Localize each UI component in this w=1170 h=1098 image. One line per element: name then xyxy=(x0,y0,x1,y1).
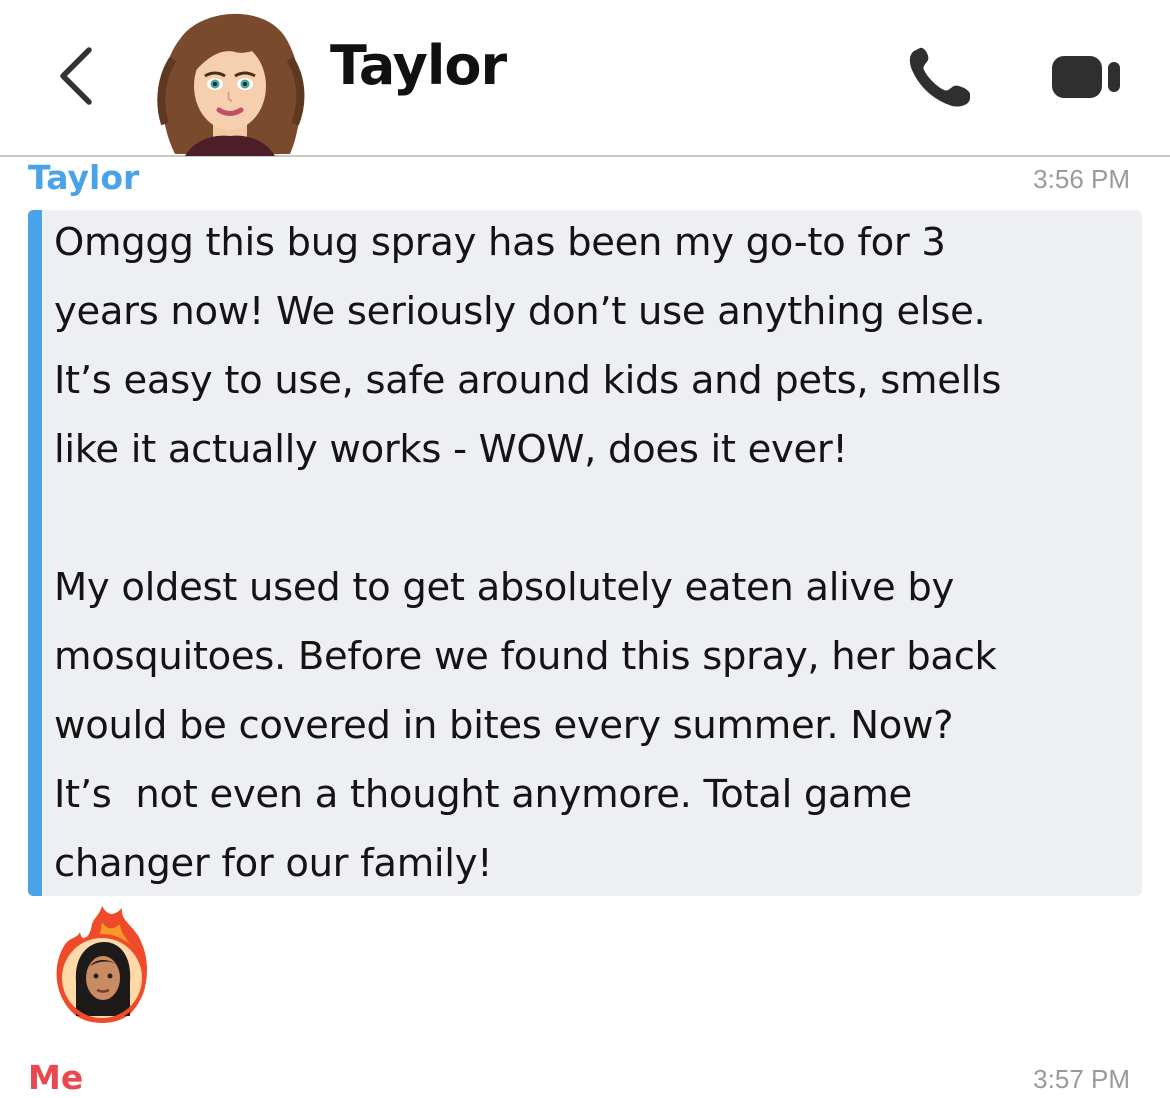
message-timestamp: 3:56 PM xyxy=(1033,164,1130,194)
video-camera-icon xyxy=(1052,56,1120,98)
fire-avatar-icon xyxy=(56,906,147,1023)
sender-color-bar xyxy=(28,210,42,896)
reaction-avatar[interactable] xyxy=(50,904,154,1024)
chevron-left-icon xyxy=(60,47,92,105)
voice-call-button[interactable] xyxy=(906,44,976,108)
chat-title: Taylor xyxy=(330,34,507,97)
message-meta: Taylor 3:56 PM xyxy=(0,158,1170,202)
sender-name: Me xyxy=(28,1058,84,1097)
message-bubble[interactable]: Omggg this bug spray has been my go-to f… xyxy=(28,210,1142,896)
message-meta: Me 3:57 PM xyxy=(0,1058,1170,1098)
chat-header: Taylor xyxy=(0,0,1170,157)
bitmoji-avatar-icon xyxy=(157,13,305,156)
sender-name: Taylor xyxy=(28,158,140,197)
message-text: Omggg this bug spray has been my go-to f… xyxy=(54,220,1002,886)
phone-icon xyxy=(909,47,970,107)
message-timestamp: 3:57 PM xyxy=(1033,1064,1130,1094)
video-call-button[interactable] xyxy=(1050,52,1124,102)
contact-avatar[interactable] xyxy=(155,4,305,156)
back-button[interactable] xyxy=(42,38,112,114)
